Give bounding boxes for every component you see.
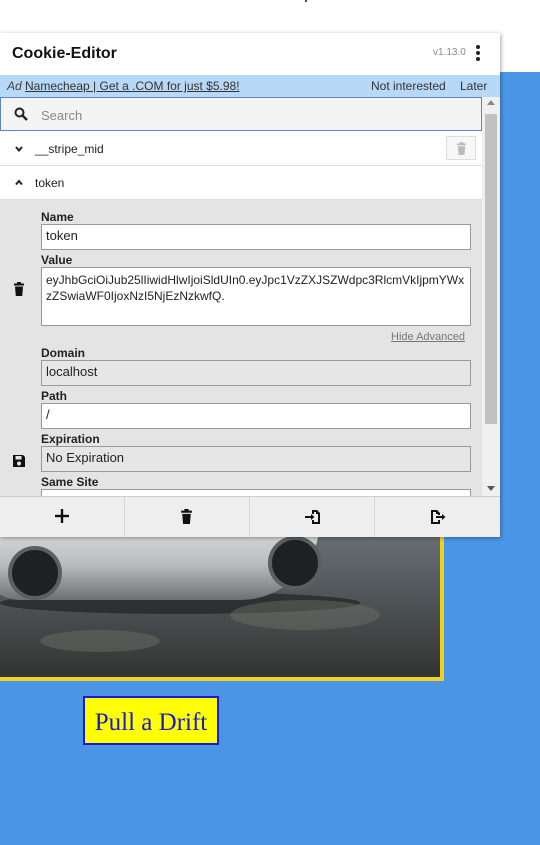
value-field[interactable]: eyJhbGciOiJub25lIiwidHlwIjoiSldUIn0.eyJp…: [41, 267, 471, 326]
expiration-field[interactable]: No Expiration: [41, 446, 471, 472]
more-options-icon[interactable]: [472, 44, 484, 64]
later-button[interactable]: Later: [460, 79, 487, 93]
domain-field[interactable]: localhost: [41, 360, 471, 386]
popup-header: Cookie-Editor v1.13.0: [0, 33, 500, 75]
search-bar: [0, 97, 482, 131]
value-label: Value: [41, 253, 73, 267]
chevron-up-icon: [15, 179, 23, 186]
ad-link[interactable]: Namecheap | Get a .COM for just $5.98!: [25, 79, 240, 93]
trash-icon: [456, 142, 467, 155]
car-wheel: [268, 536, 322, 590]
cookie-name: token: [35, 176, 65, 190]
car-photo: [0, 530, 444, 681]
scroll-down-arrow-icon[interactable]: [487, 486, 495, 491]
name-label: Name: [41, 210, 74, 224]
plus-icon: [55, 509, 69, 523]
hide-advanced-link[interactable]: Hide Advanced: [391, 331, 465, 343]
export-icon: [431, 510, 446, 524]
import-icon: [305, 510, 320, 524]
expiration-label: Expiration: [41, 432, 100, 446]
path-label: Path: [41, 389, 68, 403]
delete-all-button[interactable]: [125, 497, 250, 537]
cookie-editor-popup: Cookie-Editor v1.13.0 Ad Namecheap | Get…: [0, 33, 500, 537]
delete-cookie-button[interactable]: [446, 136, 476, 160]
search-input[interactable]: [41, 105, 461, 125]
bottom-toolbar: [0, 496, 500, 537]
pull-a-drift-button[interactable]: Pull a Drift: [83, 696, 219, 745]
cookie-row-token[interactable]: token: [0, 166, 482, 200]
page-dot: [305, 0, 307, 2]
not-interested-button[interactable]: Not interested: [371, 79, 446, 93]
add-cookie-button[interactable]: [0, 497, 125, 537]
cookie-row-stripe-mid[interactable]: __stripe_mid: [0, 132, 482, 166]
chevron-down-icon: [15, 146, 23, 153]
export-button[interactable]: [375, 497, 500, 537]
name-field[interactable]: token: [41, 224, 471, 250]
trash-icon: [181, 509, 192, 524]
ad-label: Ad: [7, 79, 22, 93]
scrollbar-thumb[interactable]: [485, 114, 497, 424]
domain-label: Domain: [41, 346, 86, 360]
import-button[interactable]: [250, 497, 375, 537]
trash-icon[interactable]: [12, 282, 26, 296]
cookie-detail-panel: Name token Value eyJhbGciOiJub25lIiwidHl…: [0, 200, 482, 515]
search-icon: [14, 107, 28, 121]
popup-title: Cookie-Editor: [12, 45, 117, 62]
scrollbar[interactable]: [482, 97, 500, 496]
same-site-label: Same Site: [41, 475, 99, 489]
car-wheel: [8, 546, 62, 600]
save-icon[interactable]: [12, 454, 26, 468]
path-field[interactable]: /: [41, 403, 471, 429]
version-label: v1.13.0: [433, 47, 466, 58]
scroll-up-arrow-icon[interactable]: [487, 100, 495, 105]
cookie-name: __stripe_mid: [35, 142, 104, 156]
ad-bar: Ad Namecheap | Get a .COM for just $5.98…: [0, 75, 500, 97]
